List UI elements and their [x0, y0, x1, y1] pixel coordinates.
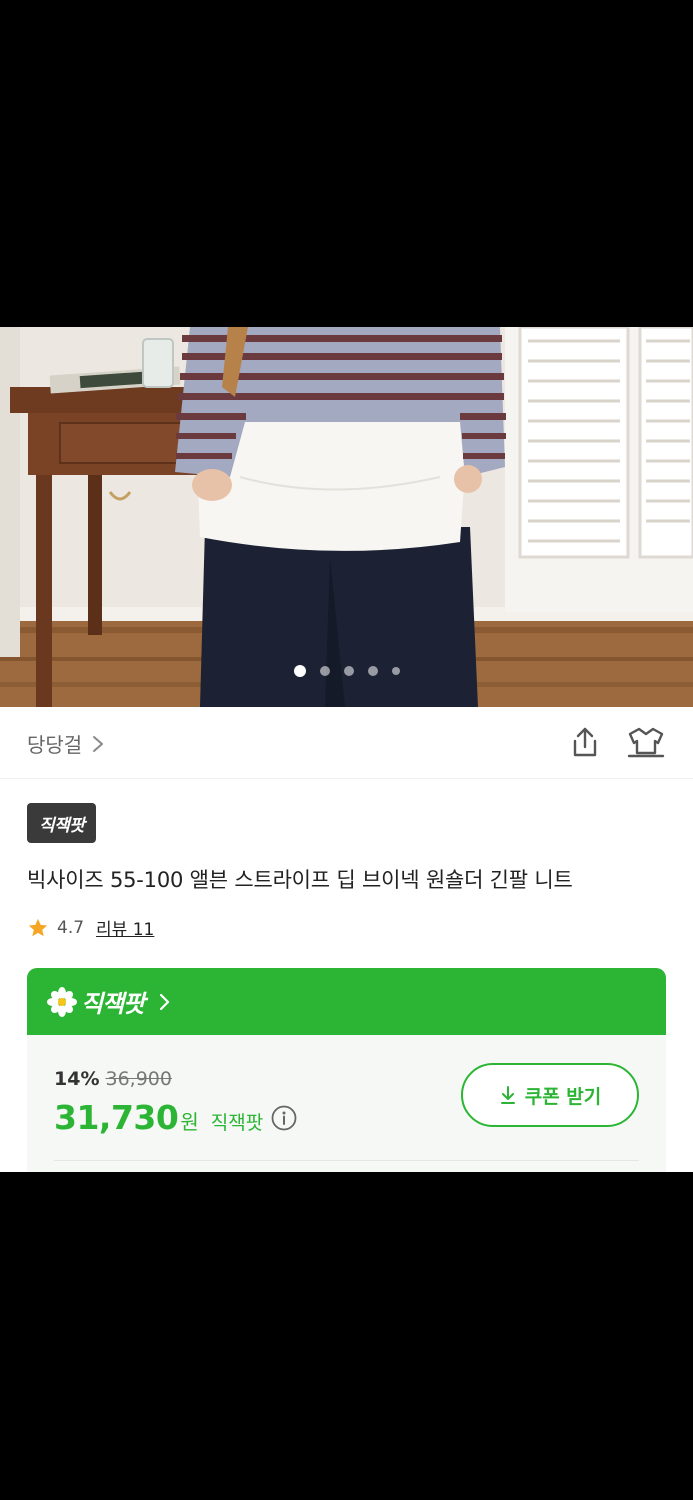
flower-icon [47, 986, 77, 1017]
share-icon[interactable] [568, 725, 602, 759]
store-link[interactable]: 당당걸 [27, 729, 106, 758]
status-area-black [0, 0, 693, 327]
deal-header-label: 직잭팟 [81, 990, 145, 1018]
carousel-dot[interactable] [293, 665, 306, 677]
bottom-black-area [0, 1172, 693, 1500]
jikjackpot-badge: 직잭팟 [27, 803, 97, 843]
carousel-indicator [0, 665, 693, 677]
rating-value: 4.7 [57, 917, 85, 938]
price-row: 31,730 원 직잭팟 [54, 1098, 297, 1137]
product-photo [0, 327, 693, 707]
discount-rate: 14% [54, 1068, 100, 1090]
discount-row: 14% 36,900 [54, 1068, 172, 1090]
sale-price: 31,730 [54, 1098, 179, 1137]
rating-row: 4.7 리뷰 11 [27, 915, 154, 940]
currency-unit: 원 [180, 1110, 199, 1134]
store-name: 당당걸 [27, 733, 83, 757]
product-image-carousel[interactable] [0, 327, 693, 707]
original-price: 36,900 [105, 1068, 172, 1090]
store-row: 당당걸 [0, 707, 693, 779]
divider [54, 1160, 639, 1161]
product-title: 빅사이즈 55-100 앨븐 스트라이프 딥 브이넥 원숄더 긴팔 니트 [27, 868, 573, 892]
deal-card: 직잭팟 14% 36,900 31,730 원 직잭팟 쿠폰 받기 [27, 968, 666, 1172]
star-icon [28, 918, 48, 936]
carousel-dot[interactable] [319, 666, 330, 676]
carousel-dot[interactable] [343, 666, 354, 676]
chevron-right-icon [93, 735, 104, 752]
carousel-dot[interactable] [391, 667, 400, 675]
product-info-panel: 당당걸 직잭팟 빅사이즈 55-100 앨븐 스트라이프 딥 브이넥 원숄더 긴… [0, 707, 693, 1172]
deal-header-link[interactable]: 직잭팟 [27, 968, 666, 1035]
closet-icon[interactable] [626, 725, 666, 759]
carousel-dot[interactable] [367, 666, 378, 676]
download-icon [500, 1086, 515, 1104]
coupon-button-label: 쿠폰 받기 [524, 1085, 602, 1108]
info-icon[interactable] [271, 1105, 297, 1131]
review-count-link[interactable]: 리뷰 11 [96, 915, 154, 940]
get-coupon-button[interactable]: 쿠폰 받기 [461, 1063, 639, 1127]
chevron-right-icon [160, 993, 170, 1010]
price-tag: 직잭팟 [210, 1112, 264, 1134]
